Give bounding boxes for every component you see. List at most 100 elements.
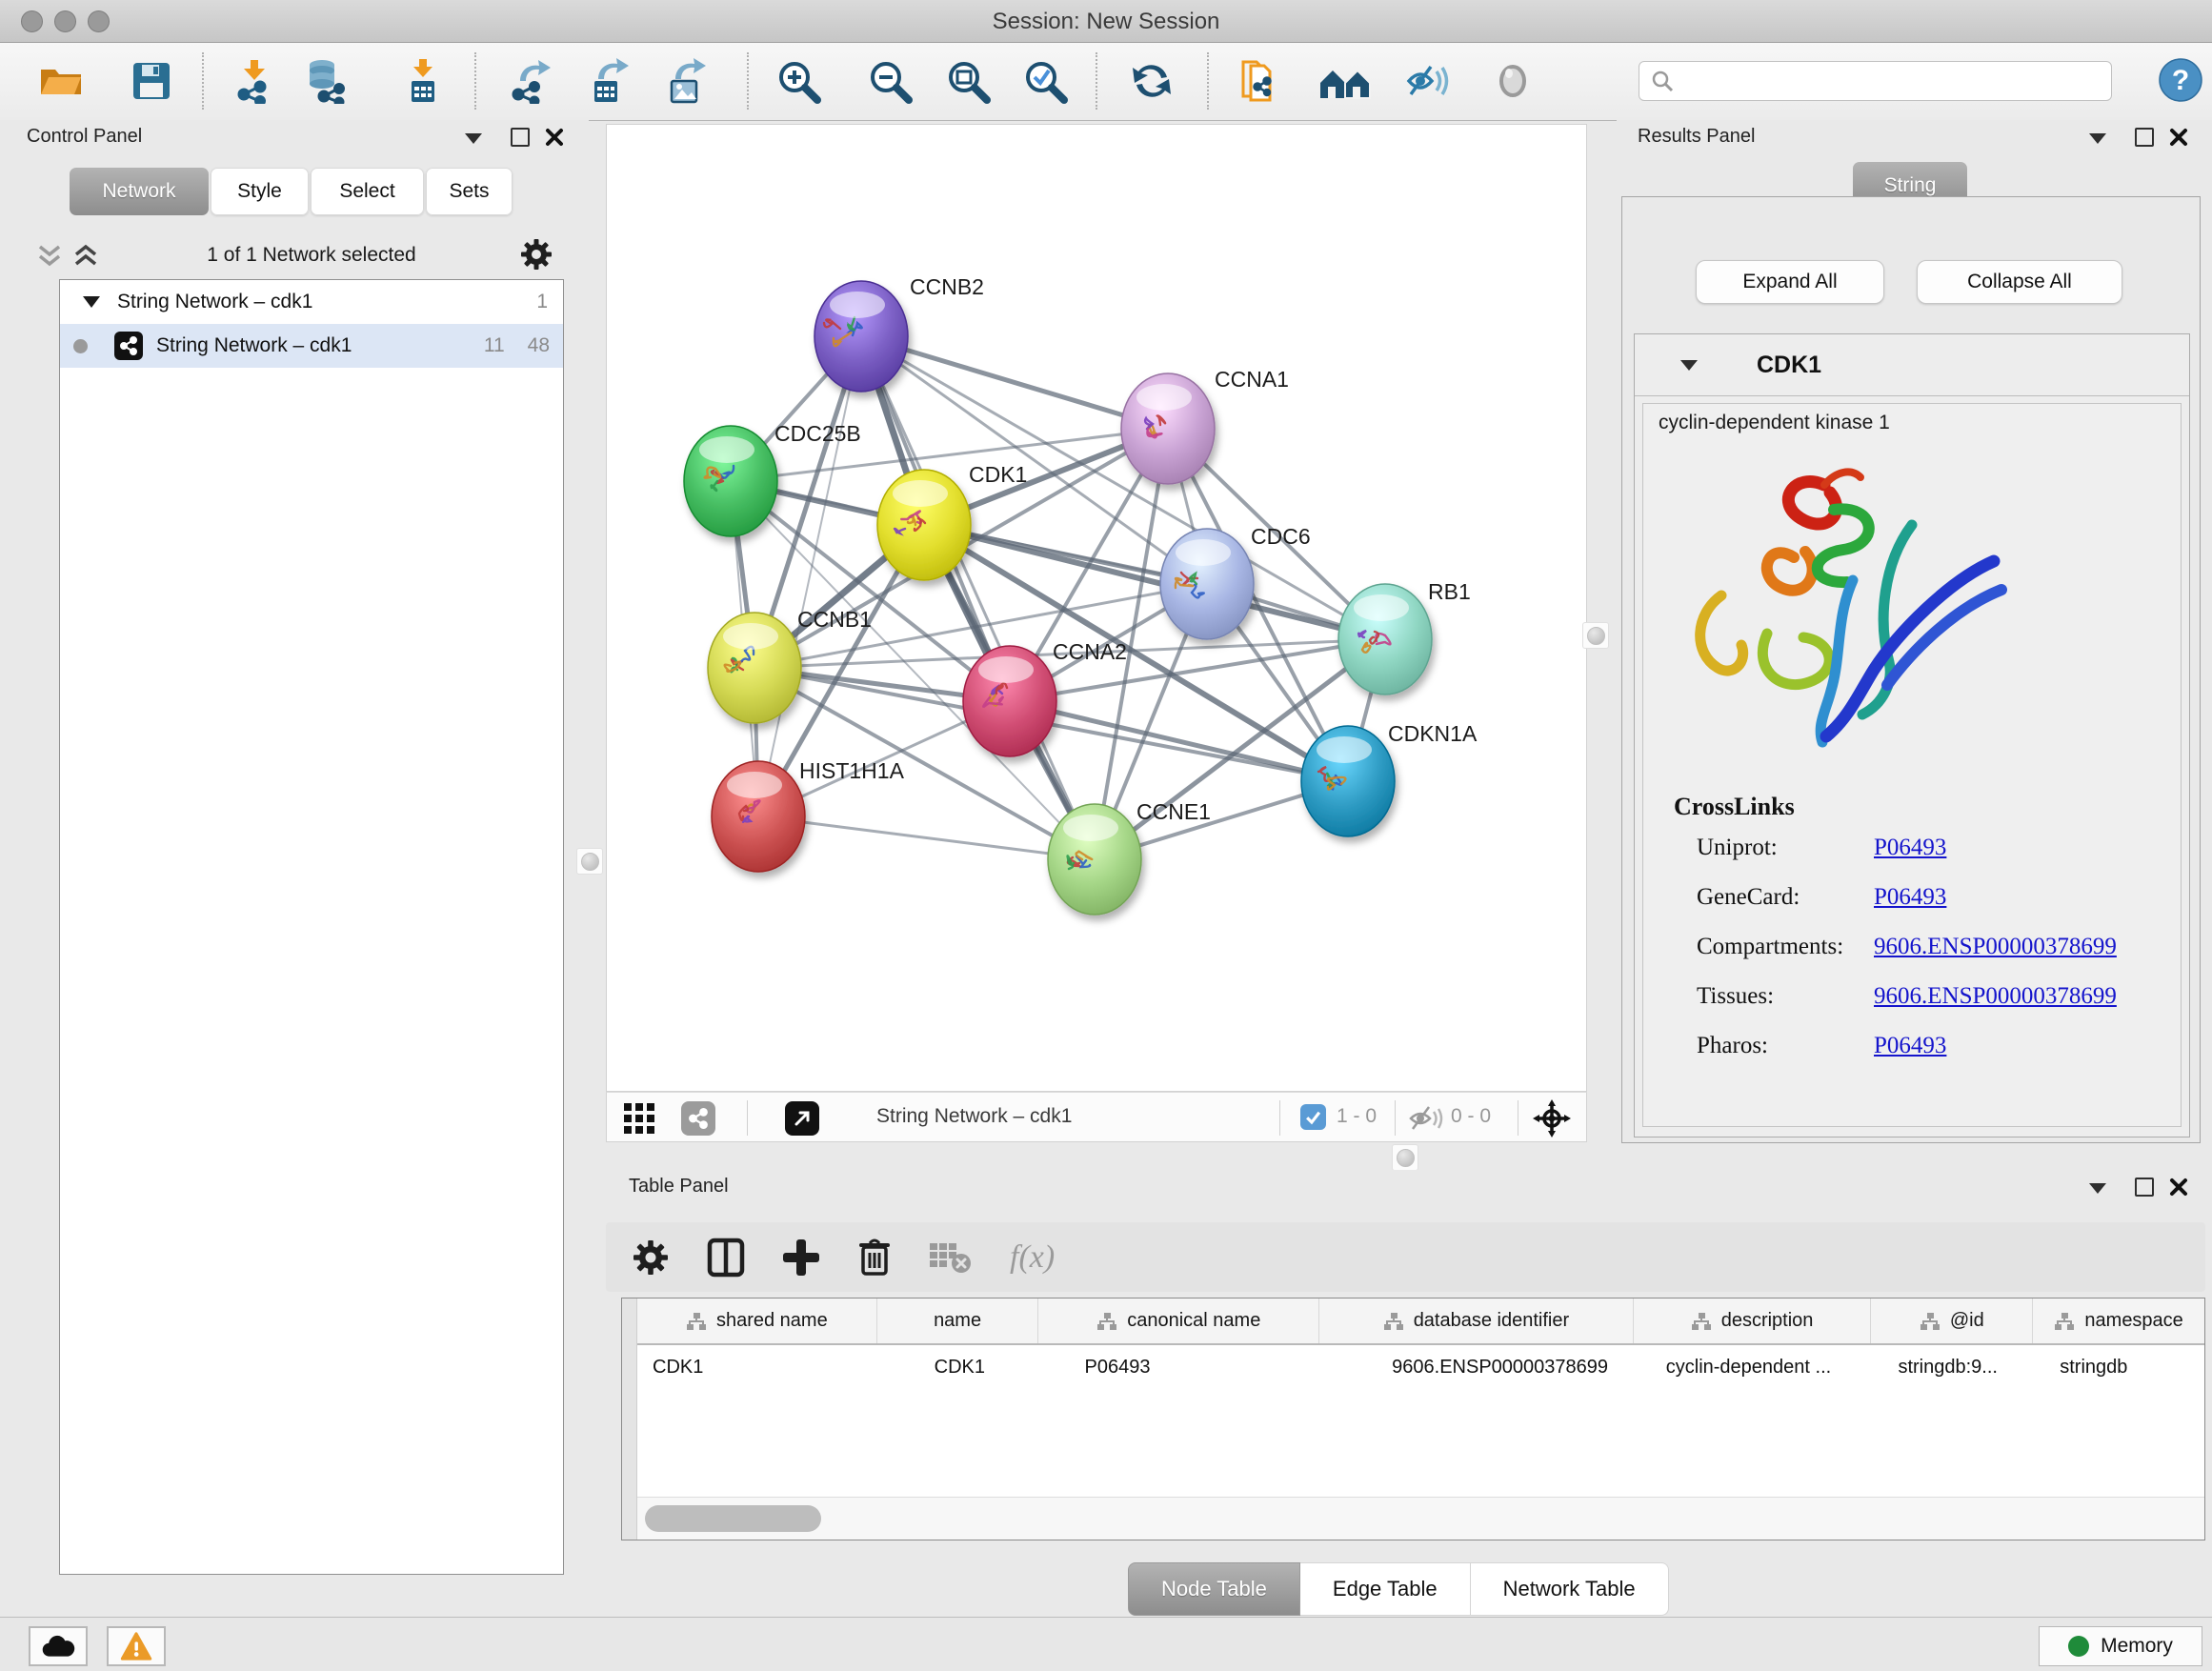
network-view-toolbar: String Network – cdk1 1 - 0 0 - 0 bbox=[606, 1092, 1587, 1142]
collapse-all-button[interactable]: Collapse All bbox=[1917, 260, 2122, 304]
control-panel-float-icon[interactable] bbox=[511, 128, 530, 147]
tab-network-table[interactable]: Network Table bbox=[1471, 1562, 1669, 1616]
search-icon bbox=[1651, 70, 1674, 92]
zoom-fit-icon[interactable] bbox=[945, 58, 991, 104]
cell-id[interactable]: stringdb:9... bbox=[1871, 1345, 2033, 1389]
tab-node-table[interactable]: Node Table bbox=[1128, 1562, 1300, 1616]
crosslink-label: Uniprot: bbox=[1697, 835, 1874, 861]
open-in-window-icon[interactable] bbox=[785, 1101, 819, 1136]
toolbar-separator bbox=[474, 52, 476, 110]
string-network-graph[interactable]: CCNB2CCNA1CDC25BCDK1CDC6RB1CCNB1CCNA2CDK… bbox=[607, 125, 1586, 1091]
right-splitter-grip[interactable] bbox=[1582, 622, 1609, 649]
network-from-file-icon[interactable] bbox=[1236, 58, 1281, 104]
crosslink-compartments-link[interactable]: 9606.ENSP00000378699 bbox=[1874, 934, 2117, 959]
control-panel-menu-icon[interactable] bbox=[465, 133, 482, 144]
tab-sets[interactable]: Sets bbox=[426, 168, 513, 215]
tab-edge-table[interactable]: Edge Table bbox=[1300, 1562, 1471, 1616]
svg-text:CDK1: CDK1 bbox=[969, 462, 1027, 487]
collection-label: String Network – cdk1 bbox=[117, 291, 312, 313]
network-collection-row[interactable]: String Network – cdk1 1 bbox=[60, 280, 563, 324]
results-panel-close-icon[interactable] bbox=[2169, 128, 2188, 147]
cell-name[interactable]: CDK1 bbox=[877, 1345, 1039, 1389]
selected-checkbox-icon[interactable] bbox=[1300, 1104, 1326, 1130]
scrollbar-thumb[interactable] bbox=[645, 1505, 821, 1532]
column-header[interactable]: database identifier bbox=[1319, 1299, 1634, 1343]
svg-text:CCNB1: CCNB1 bbox=[797, 607, 872, 632]
expand-all-button[interactable]: Expand All bbox=[1696, 260, 1884, 304]
hidden-node-edge-count: 0 - 0 bbox=[1451, 1105, 1491, 1128]
left-splitter-grip[interactable] bbox=[576, 848, 603, 875]
hidden-eye-icon bbox=[1409, 1105, 1443, 1132]
hide-selection-icon[interactable] bbox=[1405, 58, 1451, 104]
gene-section-header[interactable]: CDK1 bbox=[1635, 334, 2189, 396]
cloud-icon bbox=[41, 1634, 75, 1659]
column-header[interactable]: @id bbox=[1871, 1299, 2033, 1343]
help-icon[interactable]: ? bbox=[2159, 58, 2202, 102]
cell-canonical-name[interactable]: P06493 bbox=[1039, 1345, 1320, 1389]
horizontal-splitter-grip[interactable] bbox=[1392, 1144, 1418, 1171]
cell-description[interactable]: cyclin-dependent ... bbox=[1634, 1345, 1872, 1389]
results-panel-menu-icon[interactable] bbox=[2089, 133, 2106, 144]
gene-expander-icon[interactable] bbox=[1680, 360, 1698, 371]
table-panel-float-icon[interactable] bbox=[2135, 1178, 2154, 1197]
birds-eye-view-icon[interactable] bbox=[622, 1101, 656, 1136]
first-neighbors-icon[interactable] bbox=[1317, 58, 1376, 104]
network-options-gear-icon[interactable] bbox=[520, 238, 553, 271]
results-panel-float-icon[interactable] bbox=[2135, 128, 2154, 147]
network-node-CCNB2 bbox=[814, 281, 908, 392]
tab-style[interactable]: Style bbox=[211, 168, 309, 215]
show-columns-icon[interactable] bbox=[707, 1238, 745, 1278]
column-header[interactable]: shared name bbox=[637, 1299, 877, 1343]
column-header[interactable]: canonical name bbox=[1038, 1299, 1319, 1343]
table-panel-close-icon[interactable] bbox=[2169, 1178, 2188, 1197]
crosslink-genecard-link[interactable]: P06493 bbox=[1874, 884, 1946, 910]
warning-icon bbox=[120, 1631, 152, 1661]
import-table-icon[interactable] bbox=[400, 58, 446, 104]
tab-select[interactable]: Select bbox=[311, 168, 424, 215]
import-network-icon[interactable] bbox=[231, 58, 276, 104]
crosslink-label: Tissues: bbox=[1697, 983, 1874, 1010]
inactive-eye-icon bbox=[1490, 58, 1536, 104]
warnings-button[interactable] bbox=[107, 1626, 166, 1666]
tab-network[interactable]: Network bbox=[70, 168, 209, 215]
network-view[interactable]: CCNB2CCNA1CDC25BCDK1CDC6RB1CCNB1CCNA2CDK… bbox=[606, 124, 1587, 1092]
create-column-icon[interactable] bbox=[783, 1239, 819, 1276]
cell-shared-name[interactable]: CDK1 bbox=[637, 1345, 877, 1389]
open-session-icon[interactable] bbox=[38, 58, 84, 104]
cell-database-identifier[interactable]: 9606.ENSP00000378699 bbox=[1319, 1345, 1634, 1389]
export-image-icon[interactable] bbox=[662, 58, 708, 104]
column-header[interactable]: namespace bbox=[2033, 1299, 2204, 1343]
crosslink-pharos-link[interactable]: P06493 bbox=[1874, 1033, 1946, 1058]
memory-button[interactable]: Memory bbox=[2039, 1626, 2202, 1666]
search-input[interactable] bbox=[1681, 70, 2111, 93]
network-row[interactable]: String Network – cdk1 11 48 bbox=[60, 324, 563, 368]
zoom-out-icon[interactable] bbox=[867, 58, 913, 104]
zoom-selected-icon[interactable] bbox=[1022, 58, 1068, 104]
export-network-icon[interactable] bbox=[507, 58, 553, 104]
import-database-icon[interactable] bbox=[303, 58, 349, 104]
crosslink-row: Tissues:9606.ENSP00000378699 bbox=[1697, 983, 2162, 1016]
network-current-dot-icon bbox=[73, 339, 88, 353]
table-horizontal-scrollbar[interactable] bbox=[637, 1497, 2204, 1540]
apply-layout-icon[interactable] bbox=[1129, 58, 1175, 104]
delete-column-icon[interactable] bbox=[857, 1238, 892, 1277]
string-style-icon[interactable] bbox=[681, 1101, 715, 1136]
zoom-in-icon[interactable] bbox=[775, 58, 821, 104]
cell-namespace[interactable]: stringdb bbox=[2033, 1345, 2204, 1389]
export-table-icon[interactable] bbox=[585, 58, 631, 104]
column-header[interactable]: name bbox=[877, 1299, 1039, 1343]
crosslink-tissues-link[interactable]: 9606.ENSP00000378699 bbox=[1874, 983, 2117, 1009]
table-panel-menu-icon[interactable] bbox=[2089, 1183, 2106, 1194]
crosslink-uniprot-link[interactable]: P06493 bbox=[1874, 835, 1946, 860]
network-node-CDKN1A bbox=[1301, 726, 1395, 836]
svg-text:CDC6: CDC6 bbox=[1251, 524, 1311, 549]
window-title: Session: New Session bbox=[0, 9, 2212, 35]
table-row[interactable]: CDK1 CDK1 P06493 9606.ENSP00000378699 cy… bbox=[637, 1345, 2204, 1389]
fit-content-crosshair-icon[interactable] bbox=[1533, 1099, 1571, 1137]
collection-expander-icon[interactable] bbox=[83, 296, 100, 308]
control-panel-close-icon[interactable] bbox=[545, 128, 564, 147]
cloud-status-button[interactable] bbox=[29, 1626, 88, 1666]
save-session-icon[interactable] bbox=[129, 58, 174, 104]
column-header[interactable]: description bbox=[1634, 1299, 1872, 1343]
table-options-gear-icon[interactable] bbox=[633, 1239, 669, 1276]
